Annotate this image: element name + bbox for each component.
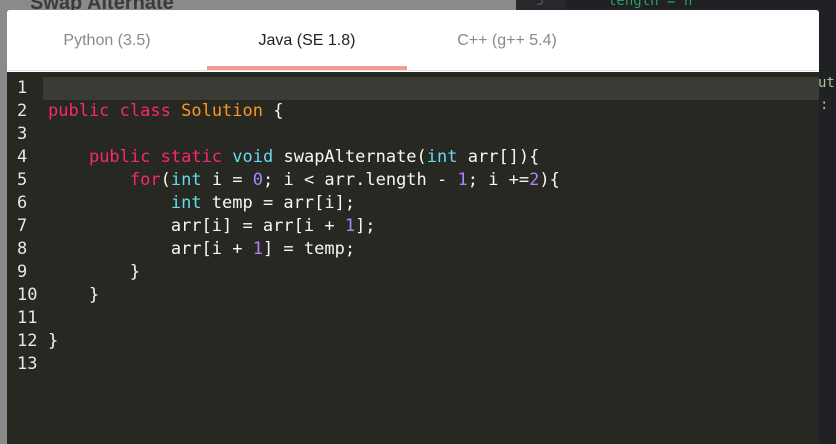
code-line[interactable]: public class Solution { — [48, 100, 560, 123]
line-number: 1 — [17, 78, 28, 98]
line-number: 10 — [17, 285, 38, 305]
tab-java[interactable]: Java (SE 1.8) — [207, 10, 407, 71]
code-token: 2 — [529, 170, 540, 190]
code-token: { — [263, 101, 284, 121]
line-number-gutter: 1 2 3 4 5 6 7 8 9 10 11 12 13 — [7, 77, 43, 376]
line-number: 11 — [17, 308, 38, 328]
code-line[interactable] — [48, 307, 560, 330]
code-token: ]; — [355, 216, 376, 236]
background-code-fragment: ut — [818, 75, 835, 91]
code-token: } — [48, 262, 141, 282]
solution-modal: Python (3.5) Java (SE 1.8) C++ (g++ 5.4)… — [7, 10, 819, 444]
code-line[interactable]: } — [48, 261, 560, 284]
code-line[interactable]: int temp = arr[i]; — [48, 192, 560, 215]
code-token: int — [170, 193, 202, 213]
line-number: 13 — [17, 354, 38, 374]
code-line[interactable]: public static void swapAlternate(int arr… — [48, 146, 560, 169]
code-token: ){ — [539, 170, 560, 190]
code-token: ; i < arr.length - — [263, 170, 458, 190]
code-line[interactable]: } — [48, 330, 560, 353]
code-token: for — [129, 170, 161, 190]
code-token: static — [160, 147, 223, 167]
code-token: ] = temp; — [262, 239, 356, 259]
code-token: public — [48, 101, 110, 121]
code-token: 1 — [344, 216, 356, 236]
code-token: arr[i + — [48, 239, 253, 259]
line-number: 3 — [17, 124, 28, 144]
line-number: 9 — [17, 262, 28, 282]
line-number: 12 — [17, 331, 38, 351]
code-token: int — [426, 147, 458, 167]
code-editor[interactable]: 1 2 3 4 5 6 7 8 9 10 11 12 13 public class Solution … — [7, 72, 819, 444]
code-token: arr[i] = arr[i + — [48, 216, 345, 236]
code-line[interactable]: for(int i = 0; i < arr.length - 1; i +=2… — [48, 169, 560, 192]
code-token: int — [170, 170, 202, 190]
code-token: 1 — [252, 239, 263, 259]
code-token: swapAlternate( — [273, 147, 427, 167]
line-number: 7 — [17, 216, 28, 236]
code-token: } — [48, 331, 59, 351]
code-token: ( — [160, 170, 171, 190]
active-tab-indicator — [207, 66, 407, 70]
line-number: 5 — [17, 170, 28, 190]
code-token: temp = arr[i]; — [201, 193, 356, 213]
code-token: class — [119, 101, 171, 121]
code-token: } — [48, 285, 100, 305]
language-tabs: Python (3.5) Java (SE 1.8) C++ (g++ 5.4) — [7, 10, 819, 71]
code-line[interactable] — [48, 353, 560, 376]
code-lines[interactable]: public class Solution { public static vo… — [48, 77, 560, 376]
code-line[interactable]: arr[i + 1] = temp; — [48, 238, 560, 261]
code-token: void — [232, 147, 274, 167]
code-token: Solution — [181, 101, 263, 121]
background-code-line: length = n — [608, 0, 693, 9]
code-token: i = — [201, 170, 253, 190]
code-token: 1 — [457, 170, 468, 190]
background-code-fragment: : — [820, 97, 829, 113]
code-line[interactable] — [48, 123, 560, 146]
code-line[interactable]: } — [48, 284, 560, 307]
code-token: arr[]){ — [457, 147, 540, 167]
line-number: 6 — [17, 193, 28, 213]
code-line[interactable]: arr[i] = arr[i + 1]; — [48, 215, 560, 238]
background-line-number: 5 — [536, 0, 544, 9]
code-token: ; i += — [467, 170, 530, 190]
line-number: 2 — [17, 101, 28, 121]
code-line[interactable] — [48, 77, 560, 100]
line-number: 8 — [17, 239, 28, 259]
code-token: 0 — [252, 170, 264, 190]
line-number: 4 — [17, 147, 28, 167]
code-token: public — [88, 147, 151, 167]
tab-cpp[interactable]: C++ (g++ 5.4) — [407, 10, 607, 71]
tab-python[interactable]: Python (3.5) — [7, 10, 207, 71]
